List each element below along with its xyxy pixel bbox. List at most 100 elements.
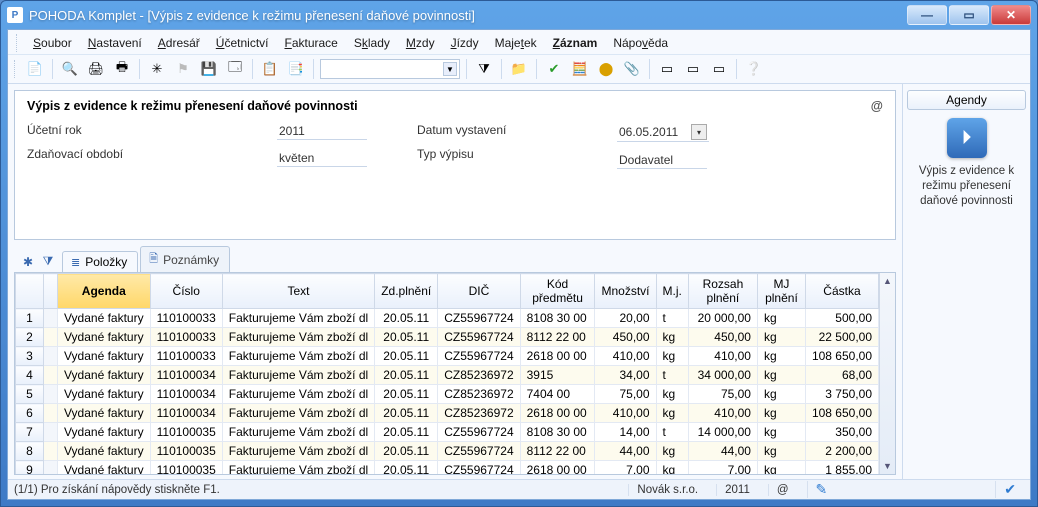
cell-castka[interactable]: 108 650,00 (805, 404, 878, 423)
cell-kod[interactable]: 3915 (520, 366, 595, 385)
menu-sklady[interactable]: Sklady (347, 34, 397, 52)
check-icon[interactable]: ✔ (543, 58, 565, 80)
cell-agenda[interactable]: Vydané faktury (58, 385, 151, 404)
value-typ[interactable]: Dodavatel (617, 152, 707, 169)
cell-mj[interactable]: kg (656, 461, 688, 476)
cell-cislo[interactable]: 110100035 (150, 442, 222, 461)
cell-rozsah[interactable]: 450,00 (688, 328, 757, 347)
row-number[interactable]: 1 (16, 309, 44, 328)
col-text[interactable]: Text (222, 274, 374, 309)
cell-dic[interactable]: CZ55967724 (438, 309, 520, 328)
cell-agenda[interactable]: Vydané faktury (58, 442, 151, 461)
cell-mnoz[interactable]: 7,00 (595, 461, 656, 476)
cell-mnoz[interactable]: 20,00 (595, 309, 656, 328)
tab-polozky[interactable]: ≣ Položky (62, 251, 138, 272)
col-mjplneni[interactable]: MJ plnění (757, 274, 805, 309)
row-number[interactable]: 3 (16, 347, 44, 366)
row-select[interactable] (44, 347, 58, 366)
cell-mjpl[interactable]: kg (757, 442, 805, 461)
clip-icon[interactable]: 📎 (621, 58, 643, 80)
cell-mjpl[interactable]: kg (757, 309, 805, 328)
table-row[interactable]: 3Vydané faktury110100033Fakturujeme Vám … (16, 347, 895, 366)
cell-mj[interactable]: t (656, 309, 688, 328)
row-number[interactable]: 9 (16, 461, 44, 476)
row-select[interactable] (44, 366, 58, 385)
cell-cislo[interactable]: 110100034 (150, 385, 222, 404)
cell-castka[interactable]: 3 750,00 (805, 385, 878, 404)
col-kod[interactable]: Kód předmětu (520, 274, 595, 309)
folder-icon[interactable]: 📁 (508, 58, 530, 80)
cell-cislo[interactable]: 110100035 (150, 423, 222, 442)
menu-soubor[interactable]: Soubor (26, 34, 79, 52)
cell-kod[interactable]: 8112 22 00 (520, 442, 595, 461)
cell-mj[interactable]: t (656, 423, 688, 442)
new-record-icon[interactable]: ✳ (146, 58, 168, 80)
cell-rozsah[interactable]: 410,00 (688, 347, 757, 366)
cell-mjpl[interactable]: kg (757, 347, 805, 366)
cell-castka[interactable]: 1 855,00 (805, 461, 878, 476)
cell-mjpl[interactable]: kg (757, 461, 805, 476)
cell-castka[interactable]: 350,00 (805, 423, 878, 442)
cell-castka[interactable]: 500,00 (805, 309, 878, 328)
cell-kod[interactable]: 8108 30 00 (520, 309, 595, 328)
cell-zd[interactable]: 20.05.11 (375, 385, 438, 404)
row-number[interactable]: 2 (16, 328, 44, 347)
table-row[interactable]: 6Vydané faktury110100034Fakturujeme Vám … (16, 404, 895, 423)
vertical-scrollbar[interactable]: ▲ ▼ (879, 273, 895, 474)
window1-icon[interactable]: ▭ (656, 58, 678, 80)
cell-mj[interactable]: kg (656, 442, 688, 461)
col-zdplneni[interactable]: Zd.plnění (375, 274, 438, 309)
window2-icon[interactable]: ▭ (682, 58, 704, 80)
filter-combo[interactable]: ▼ (320, 59, 460, 79)
cell-mj[interactable]: kg (656, 404, 688, 423)
cell-zd[interactable]: 20.05.11 (375, 347, 438, 366)
cell-zd[interactable]: 20.05.11 (375, 309, 438, 328)
date-picker-icon[interactable]: ▾ (691, 124, 707, 140)
at-indicator[interactable]: @ (871, 99, 883, 113)
cell-mj[interactable]: kg (656, 385, 688, 404)
cell-text[interactable]: Fakturujeme Vám zboží dl (222, 328, 374, 347)
value-datum[interactable]: 06.05.2011 ▾ (617, 123, 709, 142)
cell-mj[interactable]: t (656, 366, 688, 385)
row-number[interactable]: 7 (16, 423, 44, 442)
cell-dic[interactable]: CZ85236972 (438, 404, 520, 423)
flag-icon[interactable]: ⚑ (172, 58, 194, 80)
titlebar[interactable]: P POHODA Komplet - [Výpis z evidence k r… (1, 1, 1037, 29)
new-icon[interactable]: 📄 (24, 58, 46, 80)
row-number[interactable]: 5 (16, 385, 44, 404)
menu-nastaveni[interactable]: Nastavení (81, 34, 149, 52)
cell-text[interactable]: Fakturujeme Vám zboží dl (222, 385, 374, 404)
table-row[interactable]: 8Vydané faktury110100035Fakturujeme Vám … (16, 442, 895, 461)
minimize-button[interactable]: — (907, 5, 947, 25)
cell-mnoz[interactable]: 410,00 (595, 404, 656, 423)
coins-icon[interactable]: ⬤ (595, 58, 617, 80)
cell-rozsah[interactable]: 44,00 (688, 442, 757, 461)
table-row[interactable]: 9Vydané faktury110100035Fakturujeme Vám … (16, 461, 895, 476)
close-button[interactable]: ✕ (991, 5, 1031, 25)
funnel-icon[interactable]: ⧩ (473, 58, 495, 80)
scroll-up-icon[interactable]: ▲ (880, 273, 895, 289)
cell-dic[interactable]: CZ55967724 (438, 461, 520, 476)
cell-rozsah[interactable]: 410,00 (688, 404, 757, 423)
window3-icon[interactable]: ▭ (708, 58, 730, 80)
cell-dic[interactable]: CZ85236972 (438, 366, 520, 385)
agenda-label[interactable]: Výpis z evidence k režimu přenesení daňo… (907, 164, 1026, 209)
cell-agenda[interactable]: Vydané faktury (58, 309, 151, 328)
menu-fakturace[interactable]: Fakturace (277, 34, 344, 52)
cell-agenda[interactable]: Vydané faktury (58, 423, 151, 442)
cell-agenda[interactable]: Vydané faktury (58, 366, 151, 385)
cell-text[interactable]: Fakturujeme Vám zboží dl (222, 423, 374, 442)
cell-cislo[interactable]: 110100035 (150, 461, 222, 476)
col-dic[interactable]: DIČ (438, 274, 520, 309)
side-title[interactable]: Agendy (907, 90, 1026, 110)
status-check-icon[interactable]: ✔ (995, 481, 1024, 498)
cell-mjpl[interactable]: kg (757, 385, 805, 404)
row-select[interactable] (44, 404, 58, 423)
menu-majetek[interactable]: Majetek (488, 34, 544, 52)
col-rownum[interactable] (16, 274, 44, 309)
cell-agenda[interactable]: Vydané faktury (58, 347, 151, 366)
row-number[interactable]: 4 (16, 366, 44, 385)
cell-text[interactable]: Fakturujeme Vám zboží dl (222, 366, 374, 385)
col-cislo[interactable]: Číslo (150, 274, 222, 309)
print-icon[interactable]: 🖨 (85, 58, 107, 80)
